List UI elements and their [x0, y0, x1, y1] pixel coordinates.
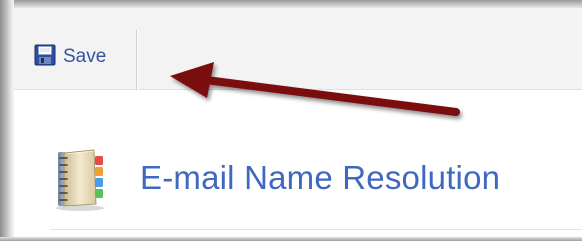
- window-frame: Save E-mail Name Resolution: [0, 0, 582, 241]
- title-icon-wrap: [50, 148, 110, 217]
- save-button[interactable]: Save: [34, 44, 106, 70]
- window-border-left: [0, 0, 14, 241]
- main-content: E-mail Name Resolution: [14, 90, 582, 237]
- window-border-bottom: [0, 237, 582, 241]
- address-book-icon: [50, 148, 110, 217]
- page-title: E-mail Name Resolution: [140, 159, 501, 196]
- toolbar: Save: [14, 8, 582, 90]
- save-button-label: Save: [63, 46, 107, 67]
- content-divider: [50, 229, 582, 230]
- window-border-top: [0, 0, 582, 8]
- toolbar-separator: [136, 30, 137, 90]
- floppy-disk-icon: [34, 44, 56, 71]
